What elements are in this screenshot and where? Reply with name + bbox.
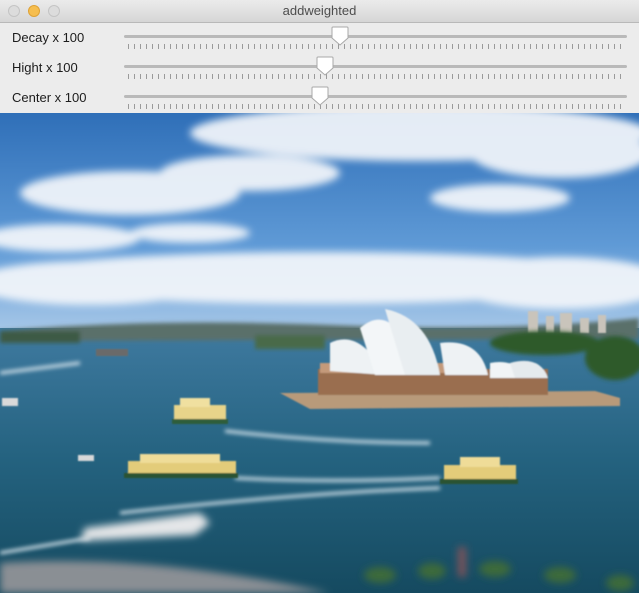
slider-label-hight: Hight x 100 <box>12 60 78 75</box>
trackbar-panel: Decay x 100 Hight x 100 Center x 100 <box>0 23 639 112</box>
title-bar[interactable]: addweighted <box>0 0 639 23</box>
slider-ticks-hight <box>128 74 622 79</box>
slider-label-decay: Decay x 100 <box>12 30 85 45</box>
slider-ticks-center <box>128 104 622 109</box>
slider-track-decay[interactable] <box>124 35 627 38</box>
slider-track-center[interactable] <box>124 95 627 98</box>
harbor-photo <box>0 113 639 593</box>
slider-ticks-decay <box>128 44 622 49</box>
slider-row-center: Center x 100 <box>0 83 639 113</box>
slider-label-center: Center x 100 <box>12 90 87 105</box>
slider-track-hight[interactable] <box>124 65 627 68</box>
slider-row-hight: Hight x 100 <box>0 53 639 83</box>
window-title: addweighted <box>282 3 357 18</box>
slider-row-decay: Decay x 100 <box>0 23 639 53</box>
app-window: addweighted Decay x 100 Hight x 100 Cent… <box>0 0 639 593</box>
image-display <box>0 113 639 593</box>
